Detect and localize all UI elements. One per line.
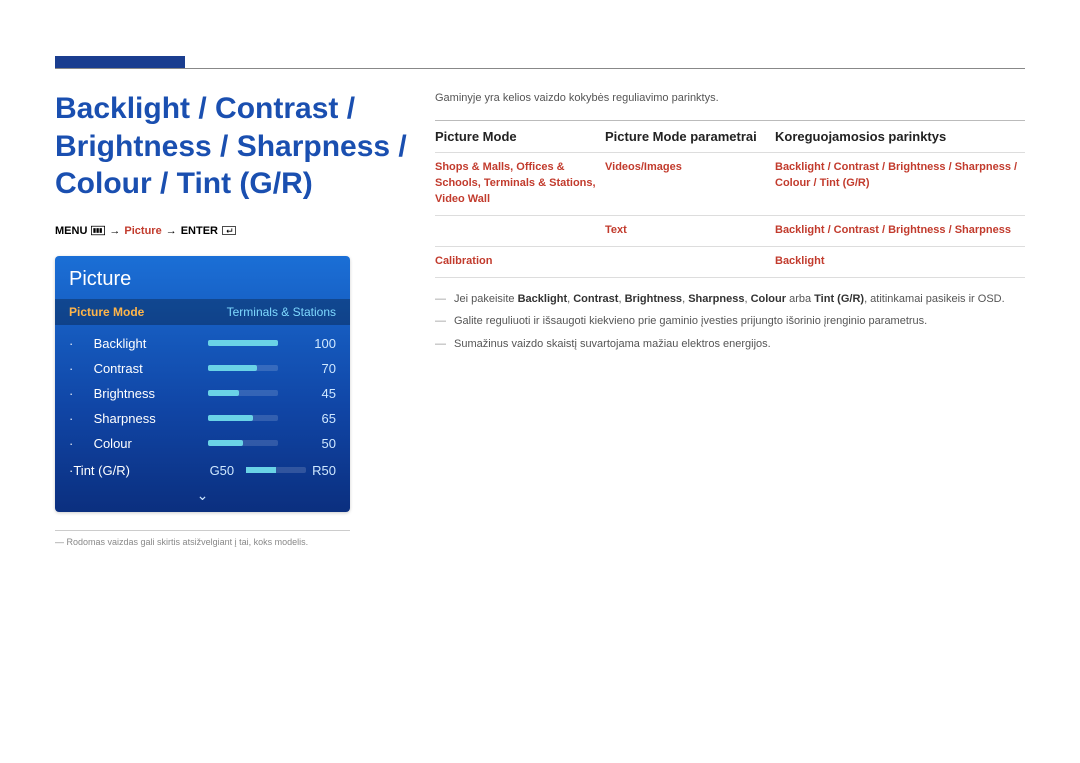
slider-track[interactable] [208,390,278,396]
cell: Calibration [435,255,492,267]
bullet-icon: · [69,361,73,376]
osd-tint-row[interactable]: · Tint (G/R) G50 R50 [55,458,350,483]
slider-label: Colour [94,436,184,451]
note-item: ― Galite reguliuoti ir išsaugoti kiekvie… [435,310,1025,333]
slider-value: 45 [302,386,336,401]
note-item: ― Sumažinus vaizdo skaistį suvartojama m… [435,333,1025,356]
menu-label: MENU [55,225,87,237]
note-text: Jei pakeisite Backlight, Contrast, Brigh… [454,291,1005,308]
osd-slider-row[interactable]: · Colour 50 [69,431,336,456]
tint-g-value: G50 [210,463,235,478]
page-title: Backlight / Contrast / Brightness / Shar… [55,90,415,203]
cell: Text [605,224,627,236]
cell: Videos/Images [605,161,682,173]
enter-label: ENTER [181,225,218,237]
tint-slider[interactable] [246,467,306,473]
picture-mode-value: Terminals & Stations [227,305,336,319]
th-parametrai: Picture Mode parametrai [605,121,775,152]
bullet-icon: · [69,411,73,426]
slider-track[interactable] [208,440,278,446]
table-row: Text Backlight / Contrast / Brightness /… [435,215,1025,246]
osd-slider-row[interactable]: · Sharpness 65 [69,406,336,431]
footnote-rule [55,530,350,531]
note-item: ― Jei pakeisite Backlight, Contrast, Bri… [435,288,1025,311]
header-rule [55,68,1025,69]
menu-step-picture: Picture [124,225,161,237]
table-row: Shops & Malls, Offices & Schools, Termin… [435,152,1025,215]
slider-value: 50 [302,436,336,451]
dash-icon: ― [435,336,446,353]
picture-mode-label: Picture Mode [69,305,144,319]
slider-value: 65 [302,411,336,426]
bullet-icon: · [69,386,73,401]
tint-label: Tint (G/R) [73,463,163,478]
footnote-text: Rodomas vaizdas gali skirtis atsižvelgia… [67,537,309,547]
arrow-icon: → [166,225,177,237]
cell: Shops & Malls, Offices & Schools, Termin… [435,161,596,205]
slider-track[interactable] [208,415,278,421]
notes-list: ― Jei pakeisite Backlight, Contrast, Bri… [435,288,1025,356]
enter-icon [222,225,236,238]
tv-osd-panel: Picture Picture Mode Terminals & Station… [55,256,350,512]
slider-track[interactable] [208,365,278,371]
slider-label: Backlight [94,336,184,351]
slider-track[interactable] [208,340,278,346]
note-text: Galite reguliuoti ir išsaugoti kiekvieno… [454,313,927,330]
table-row: Calibration Backlight [435,246,1025,278]
footnote: ― Rodomas vaizdas gali skirtis atsižvelg… [55,537,350,547]
osd-slider-list: · Backlight 100 · Contrast 70 · Brightness 45 · Sh… [55,325,350,458]
intro-text: Gaminyje yra kelios vaizdo kokybės regul… [435,92,1025,104]
header-accent [55,56,185,68]
dash-icon: ― [435,313,446,330]
th-parinktys: Koreguojamosios parinktys [775,121,1025,152]
th-picture-mode: Picture Mode [435,121,605,152]
bullet-icon: · [69,436,73,451]
slider-label: Sharpness [94,411,184,426]
tint-r-value: R50 [312,463,336,478]
cell: Backlight / Contrast / Brightness / Shar… [775,161,1017,189]
footnote-dash: ― [55,537,64,547]
table-header: Picture Mode Picture Mode parametrai Kor… [435,121,1025,152]
osd-slider-row[interactable]: · Contrast 70 [69,356,336,381]
parameters-table: Picture Mode Picture Mode parametrai Kor… [435,120,1025,278]
osd-title: Picture [55,266,350,299]
cell: Backlight [775,255,825,267]
note-text: Sumažinus vaizdo skaistį suvartojama maž… [454,336,771,353]
bullet-icon: · [69,336,73,351]
chevron-down-icon[interactable]: ⌄ [55,483,350,506]
slider-label: Contrast [94,361,184,376]
slider-value: 70 [302,361,336,376]
dash-icon: ― [435,291,446,308]
cell: Backlight / Contrast / Brightness / Shar… [775,224,1011,236]
osd-picture-mode-row[interactable]: Picture Mode Terminals & Stations [55,299,350,325]
slider-label: Brightness [94,386,184,401]
osd-slider-row[interactable]: · Backlight 100 [69,331,336,356]
osd-slider-row[interactable]: · Brightness 45 [69,381,336,406]
slider-value: 100 [302,336,336,351]
menu-icon [91,225,105,238]
arrow-icon: → [109,225,120,237]
